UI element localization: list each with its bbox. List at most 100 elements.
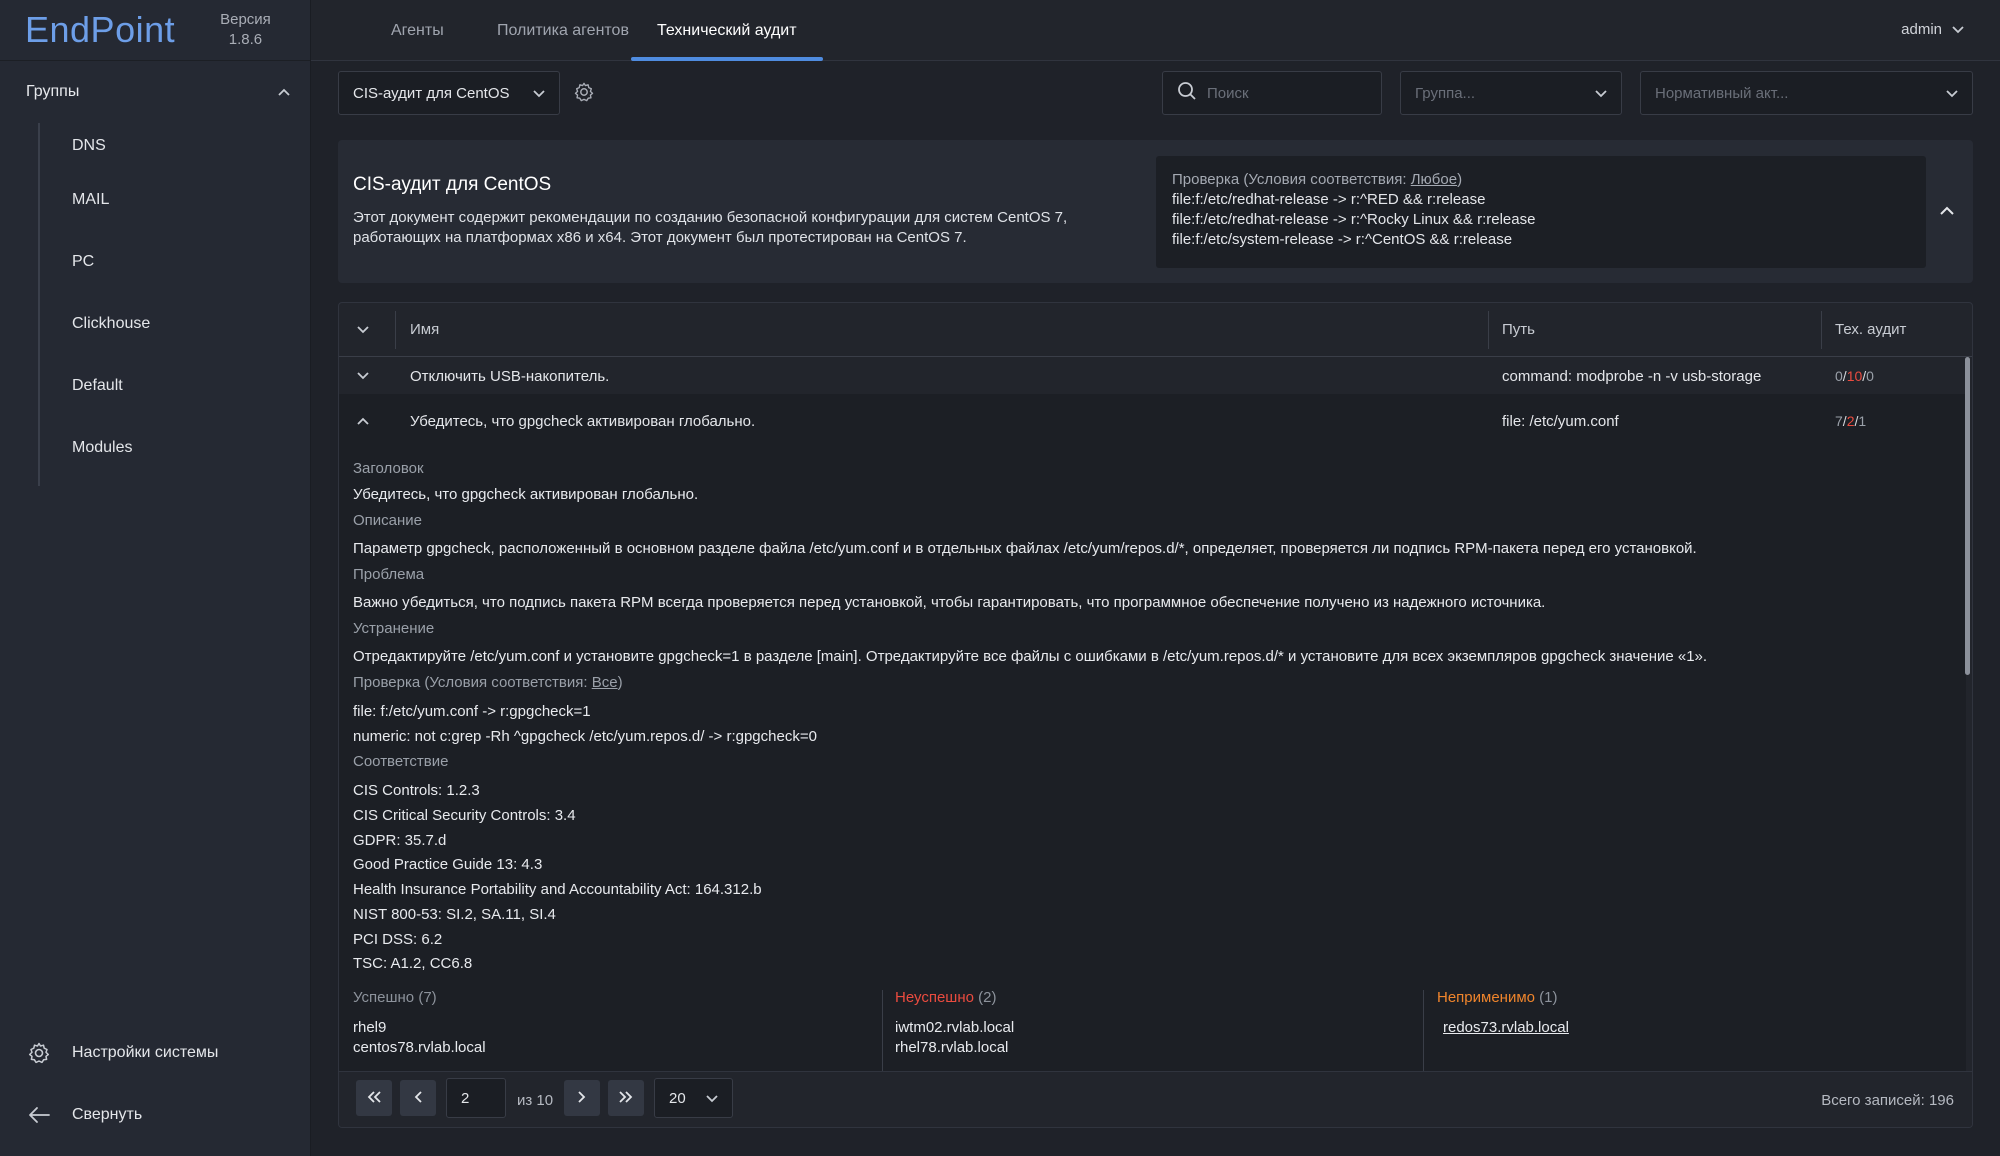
normative-act-select[interactable]: Нормативный акт...: [1640, 71, 1973, 115]
tab-agents[interactable]: Агенты: [391, 0, 444, 61]
scrollbar[interactable]: [1965, 357, 1970, 675]
search-icon: [1177, 81, 1197, 105]
chevron-down-icon: [357, 321, 369, 338]
compliance-item: NIST 800-53: SI.2, SA.11, SI.4: [353, 905, 556, 923]
table-row[interactable]: Убедитесь, что gpgcheck активирован глоб…: [339, 394, 1966, 448]
tab-label: Политика агентов: [497, 21, 629, 39]
chevron-down-icon[interactable]: [353, 366, 373, 386]
policy-check-block: Проверка (Условия соответствия: Любое) f…: [1156, 156, 1926, 268]
fail-count: (2): [978, 989, 997, 1006]
brand: EndPoint Версия 1.8.6: [0, 0, 310, 61]
sidebar-item-modules[interactable]: Modules: [40, 417, 310, 479]
sidebar-item-default[interactable]: Default: [40, 355, 310, 417]
policy-select[interactable]: CIS-аудит для CentOS: [338, 71, 560, 115]
column-header-name[interactable]: Имя: [410, 321, 439, 338]
column-header-audit[interactable]: Тех. аудит: [1835, 321, 1906, 338]
chevron-left-icon: [413, 1090, 423, 1107]
row-path: command: modprobe -n -v usb-storage: [1502, 367, 1762, 385]
pagination: 2 из 10 20 Всего записей: 196: [339, 1071, 1972, 1127]
chevron-right-icon: [577, 1090, 587, 1107]
chevron-down-icon: [1595, 85, 1607, 102]
results-fail: Неуспешно (2) iwtm02.rvlab.local rhel78.…: [895, 986, 1415, 1074]
results-fail-header: Неуспешно (2): [895, 986, 1415, 1010]
first-page-button[interactable]: [356, 1080, 392, 1116]
tab-agent-policy[interactable]: Политика агентов: [497, 0, 629, 61]
groups-header[interactable]: Группы: [0, 61, 310, 123]
tab-label: Агенты: [391, 21, 444, 39]
page-input[interactable]: 2: [446, 1078, 506, 1118]
policy-description-line: Этот документ содержит рекомендации по с…: [353, 209, 1068, 226]
search-input[interactable]: Поиск: [1162, 71, 1382, 115]
chevron-up-icon: [1940, 202, 1954, 219]
audit-table: Имя Путь Тех. аудит Отключить USB-накопи…: [338, 302, 1973, 1128]
collapse-card-button[interactable]: [1937, 200, 1957, 220]
version-number: 1.8.6: [228, 31, 263, 48]
chevron-down-icon: [533, 85, 545, 102]
next-page-button[interactable]: [564, 1080, 600, 1116]
chevron-down-icon: [1952, 21, 1964, 38]
sidebar-item-mail[interactable]: MAIL: [40, 169, 310, 231]
details-check-rules: file: f:/etc/yum.conf -> r:gpgcheck=1 nu…: [353, 700, 1952, 749]
check-rule: numeric: not c:grep -Rh ^gpgcheck /etc/y…: [353, 727, 817, 745]
column-divider: [1821, 311, 1822, 349]
table-row[interactable]: Отключить USB-накопитель. command: modpr…: [339, 358, 1966, 394]
policy-title: CIS-аудит для CentOS: [353, 174, 552, 195]
collapse-sidebar-button[interactable]: Свернуть: [0, 1085, 311, 1145]
sidebar: EndPoint Версия 1.8.6 Группы DNS MAIL PC…: [0, 0, 311, 1156]
chevron-up-icon[interactable]: [353, 411, 373, 431]
gear-icon: [26, 1040, 52, 1066]
policy-settings-button[interactable]: [571, 81, 597, 107]
compliance-item: PCI DSS: 6.2: [353, 930, 443, 948]
user-menu[interactable]: admin: [1901, 0, 1964, 58]
page-size-select[interactable]: 20: [654, 1078, 733, 1118]
host-item: iwtm02.rvlab.local: [895, 1019, 1015, 1036]
details-fix-label: Устранение: [353, 620, 435, 637]
row-details: Заголовок Убедитесь, что gpgcheck активи…: [339, 448, 1966, 1074]
host-item: centos78.rvlab.local: [353, 1039, 486, 1056]
na-hosts: redos73.rvlab.local: [1437, 1018, 1937, 1038]
toolbar: CIS-аудит для CentOS Поиск Группа... Нор…: [311, 61, 2000, 123]
check-condition-link[interactable]: Все: [592, 674, 618, 691]
success-count: (7): [418, 989, 437, 1006]
host-link[interactable]: redos73.rvlab.local: [1443, 1018, 1937, 1038]
groups-title: Группы: [26, 83, 80, 100]
last-page-button[interactable]: [608, 1080, 644, 1116]
tab-label: Технический аудит: [657, 21, 797, 39]
check-rule: file:f:/etc/redhat-release -> r:^RED && …: [1172, 191, 1486, 208]
column-header-path[interactable]: Путь: [1502, 321, 1535, 338]
row-audit-stats: 7/2/1: [1835, 413, 1867, 429]
username: admin: [1901, 20, 1942, 38]
check-condition-link[interactable]: Любое: [1411, 171, 1457, 188]
results-na-header: Неприменимо (1): [1437, 986, 1937, 1010]
policy-description: Этот документ содержит рекомендации по с…: [353, 208, 1153, 248]
settings-link[interactable]: Настройки системы: [0, 1023, 311, 1083]
compliance-item: CIS Controls: 1.2.3: [353, 782, 480, 800]
row-audit-stats: 0/10/0: [1835, 368, 1874, 384]
page-count: из 10: [517, 1091, 554, 1109]
version-label: Версия: [220, 11, 271, 28]
details-check-label: Проверка (Условия соответствия: Все): [353, 672, 1952, 694]
check-label-close: ): [1457, 171, 1463, 188]
details-compliance-list: CIS Controls: 1.2.3 CIS Critical Securit…: [353, 779, 1952, 977]
stat-na: 1: [1858, 413, 1867, 429]
host-item: rhel78.rvlab.local: [895, 1039, 1009, 1056]
group-select[interactable]: Группа...: [1400, 71, 1622, 115]
double-chevron-left-icon: [366, 1090, 382, 1107]
sidebar-item-clickhouse[interactable]: Clickhouse: [40, 293, 310, 355]
sidebar-item-dns[interactable]: DNS: [40, 123, 310, 169]
settings-label: Настройки системы: [72, 1044, 219, 1061]
total-records: Всего записей: 196: [1821, 1091, 1954, 1109]
details-description: Параметр gpgcheck, расположенный в основ…: [353, 540, 1697, 557]
sidebar-item-pc[interactable]: PC: [40, 231, 310, 293]
expand-all-button[interactable]: [353, 321, 373, 338]
app-logo[interactable]: EndPoint: [25, 9, 175, 51]
collapse-label: Свернуть: [72, 1106, 143, 1123]
compliance-item: Health Insurance Portability and Account…: [353, 881, 762, 899]
chevron-down-icon: [706, 1090, 718, 1107]
chevron-up-icon[interactable]: [278, 83, 290, 101]
tab-tech-audit[interactable]: Технический аудит: [631, 0, 823, 61]
groups-list: DNS MAIL PC Clickhouse Default Modules: [38, 123, 310, 486]
check-rule: file:f:/etc/system-release -> r:^CentOS …: [1172, 231, 1513, 248]
prev-page-button[interactable]: [400, 1080, 436, 1116]
check-rule: file:f:/etc/redhat-release -> r:^Rocky L…: [1172, 211, 1536, 228]
